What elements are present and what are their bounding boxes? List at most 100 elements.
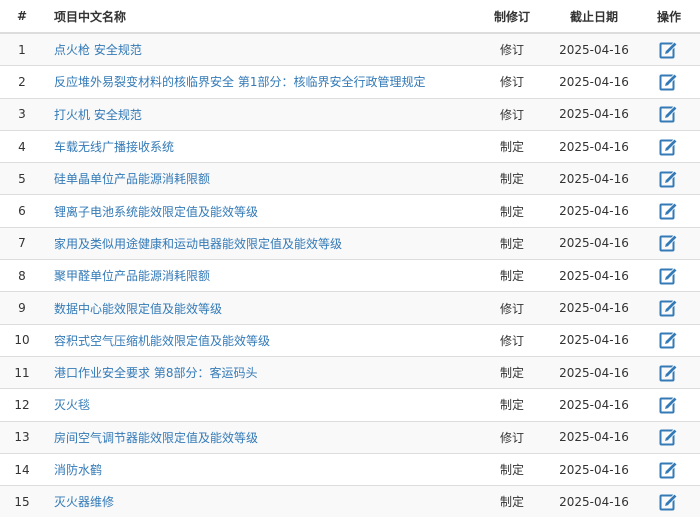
project-name-link[interactable]: 打火机 安全规范 bbox=[54, 108, 142, 122]
edit-icon[interactable] bbox=[659, 363, 679, 383]
table-row: 7 家用及类似用途健康和运动电器能效限定值及能效等级 制定 2025-04-16 bbox=[0, 226, 700, 260]
project-name-link[interactable]: 数据中心能效限定值及能效等级 bbox=[54, 302, 222, 316]
edit-icon[interactable] bbox=[659, 492, 679, 512]
table-row: 14 消防水鹤 制定 2025-04-16 bbox=[0, 452, 700, 486]
edit-icon[interactable] bbox=[659, 169, 679, 189]
row-index: 4 bbox=[0, 129, 44, 163]
row-deadline: 2025-04-16 bbox=[550, 259, 638, 292]
row-index: 7 bbox=[0, 226, 44, 260]
edit-icon[interactable] bbox=[659, 298, 679, 318]
standards-table: # 项目中文名称 制修订 截止日期 操作 1 点火枪 安全规范 修订 2025-… bbox=[0, 0, 700, 518]
row-index: 15 bbox=[0, 485, 44, 518]
edit-icon[interactable] bbox=[659, 201, 679, 221]
row-action-cell bbox=[638, 452, 700, 486]
project-name-link[interactable]: 港口作业安全要求 第8部分：客运码头 bbox=[54, 366, 257, 380]
header-name: 项目中文名称 bbox=[44, 0, 474, 34]
row-index: 14 bbox=[0, 452, 44, 486]
row-deadline: 2025-04-16 bbox=[550, 388, 638, 422]
row-type: 修订 bbox=[474, 32, 550, 66]
row-index: 10 bbox=[0, 323, 44, 357]
row-deadline: 2025-04-16 bbox=[550, 291, 638, 325]
edit-icon[interactable] bbox=[659, 137, 679, 157]
row-name-cell: 港口作业安全要求 第8部分：客运码头 bbox=[44, 355, 474, 389]
table-row: 8 聚甲醛单位产品能源消耗限额 制定 2025-04-16 bbox=[0, 259, 700, 292]
row-type: 修订 bbox=[474, 291, 550, 325]
row-index: 6 bbox=[0, 194, 44, 228]
project-name-link[interactable]: 房间空气调节器能效限定值及能效等级 bbox=[54, 431, 258, 445]
row-name-cell: 锂离子电池系统能效限定值及能效等级 bbox=[44, 194, 474, 228]
edit-icon[interactable] bbox=[659, 395, 679, 415]
row-type: 修订 bbox=[474, 97, 550, 131]
row-type: 修订 bbox=[474, 323, 550, 357]
row-index: 5 bbox=[0, 162, 44, 195]
row-index: 1 bbox=[0, 32, 44, 66]
row-name-cell: 消防水鹤 bbox=[44, 452, 474, 486]
header-index: # bbox=[0, 0, 44, 34]
row-action-cell bbox=[638, 162, 700, 195]
project-name-link[interactable]: 车载无线广播接收系统 bbox=[54, 140, 174, 154]
row-action-cell bbox=[638, 355, 700, 389]
row-type: 制定 bbox=[474, 129, 550, 163]
edit-icon[interactable] bbox=[659, 427, 679, 447]
row-action-cell bbox=[638, 32, 700, 66]
row-action-cell bbox=[638, 129, 700, 163]
row-deadline: 2025-04-16 bbox=[550, 32, 638, 66]
row-action-cell bbox=[638, 65, 700, 99]
table-row: 1 点火枪 安全规范 修订 2025-04-16 bbox=[0, 32, 700, 66]
table-body: 1 点火枪 安全规范 修订 2025-04-16 2 反应堆外易裂变材料的核临界… bbox=[0, 32, 700, 518]
row-deadline: 2025-04-16 bbox=[550, 65, 638, 99]
row-type: 制定 bbox=[474, 388, 550, 422]
row-type: 修订 bbox=[474, 65, 550, 99]
row-name-cell: 打火机 安全规范 bbox=[44, 97, 474, 131]
row-deadline: 2025-04-16 bbox=[550, 323, 638, 357]
row-name-cell: 车载无线广播接收系统 bbox=[44, 129, 474, 163]
row-index: 2 bbox=[0, 65, 44, 99]
edit-icon[interactable] bbox=[659, 72, 679, 92]
table-header: # 项目中文名称 制修订 截止日期 操作 bbox=[0, 0, 700, 34]
header-action: 操作 bbox=[638, 0, 700, 34]
table-row: 10 容积式空气压缩机能效限定值及能效等级 修订 2025-04-16 bbox=[0, 323, 700, 357]
row-index: 12 bbox=[0, 388, 44, 422]
header-type: 制修订 bbox=[474, 0, 550, 34]
row-type: 制定 bbox=[474, 452, 550, 486]
header-row: # 项目中文名称 制修订 截止日期 操作 bbox=[0, 0, 700, 34]
row-name-cell: 房间空气调节器能效限定值及能效等级 bbox=[44, 420, 474, 454]
row-deadline: 2025-04-16 bbox=[550, 485, 638, 518]
project-name-link[interactable]: 消防水鹤 bbox=[54, 463, 102, 477]
edit-icon[interactable] bbox=[659, 233, 679, 253]
header-deadline: 截止日期 bbox=[550, 0, 638, 34]
row-name-cell: 灭火毯 bbox=[44, 388, 474, 422]
row-action-cell bbox=[638, 97, 700, 131]
project-name-link[interactable]: 锂离子电池系统能效限定值及能效等级 bbox=[54, 205, 258, 219]
table-row: 15 灭火器维修 制定 2025-04-16 bbox=[0, 485, 700, 518]
edit-icon[interactable] bbox=[659, 40, 679, 60]
row-type: 制定 bbox=[474, 355, 550, 389]
edit-icon[interactable] bbox=[659, 104, 679, 124]
row-name-cell: 灭火器维修 bbox=[44, 485, 474, 518]
project-name-link[interactable]: 家用及类似用途健康和运动电器能效限定值及能效等级 bbox=[54, 237, 342, 251]
project-name-link[interactable]: 容积式空气压缩机能效限定值及能效等级 bbox=[54, 334, 270, 348]
edit-icon[interactable] bbox=[659, 460, 679, 480]
row-deadline: 2025-04-16 bbox=[550, 355, 638, 389]
row-index: 11 bbox=[0, 355, 44, 389]
project-name-link[interactable]: 反应堆外易裂变材料的核临界安全 第1部分：核临界安全行政管理规定 bbox=[54, 75, 425, 89]
project-name-link[interactable]: 硅单晶单位产品能源消耗限额 bbox=[54, 172, 210, 186]
project-name-link[interactable]: 点火枪 安全规范 bbox=[54, 43, 142, 57]
row-deadline: 2025-04-16 bbox=[550, 452, 638, 486]
table-row: 3 打火机 安全规范 修订 2025-04-16 bbox=[0, 97, 700, 131]
row-deadline: 2025-04-16 bbox=[550, 226, 638, 260]
edit-icon[interactable] bbox=[659, 266, 679, 286]
row-type: 制定 bbox=[474, 226, 550, 260]
table-row: 2 反应堆外易裂变材料的核临界安全 第1部分：核临界安全行政管理规定 修订 20… bbox=[0, 65, 700, 99]
row-type: 制定 bbox=[474, 194, 550, 228]
table-row: 5 硅单晶单位产品能源消耗限额 制定 2025-04-16 bbox=[0, 162, 700, 195]
edit-icon[interactable] bbox=[659, 330, 679, 350]
row-action-cell bbox=[638, 420, 700, 454]
project-name-link[interactable]: 灭火器维修 bbox=[54, 495, 114, 509]
row-deadline: 2025-04-16 bbox=[550, 97, 638, 131]
row-index: 3 bbox=[0, 97, 44, 131]
project-name-link[interactable]: 灭火毯 bbox=[54, 398, 90, 412]
row-type: 修订 bbox=[474, 420, 550, 454]
project-name-link[interactable]: 聚甲醛单位产品能源消耗限额 bbox=[54, 269, 210, 283]
row-name-cell: 聚甲醛单位产品能源消耗限额 bbox=[44, 259, 474, 292]
